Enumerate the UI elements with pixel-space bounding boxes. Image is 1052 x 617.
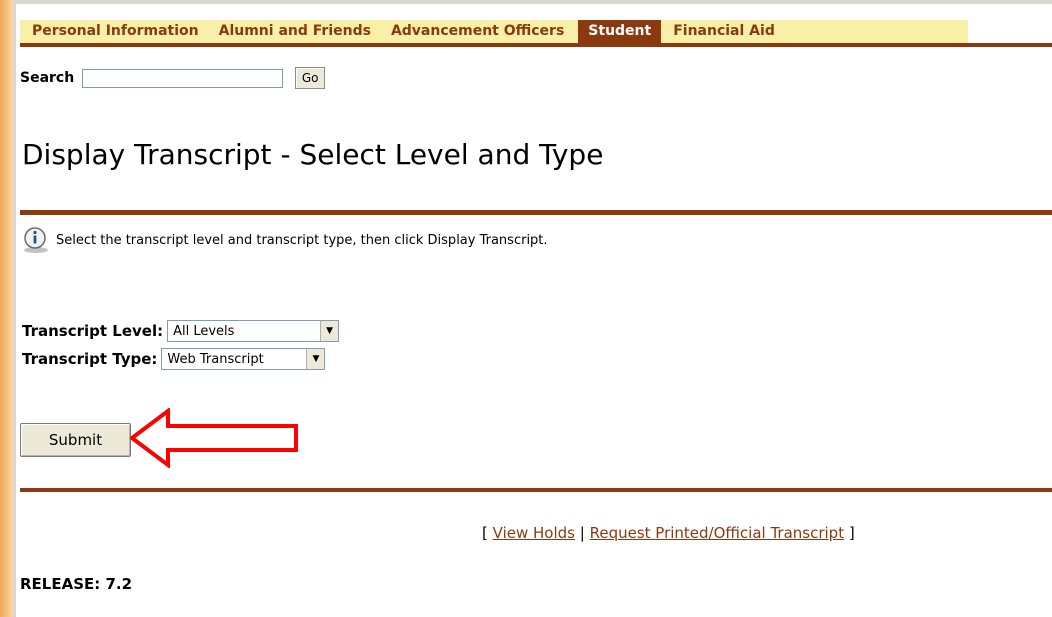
go-button[interactable]: Go	[295, 67, 326, 89]
arrow-left-icon	[130, 408, 298, 468]
transcript-type-row: Transcript Type: Web Transcript ▼	[22, 345, 339, 373]
tab-advancement-officers[interactable]: Advancement Officers	[381, 20, 574, 43]
tab-personal-information[interactable]: Personal Information	[20, 20, 209, 43]
chevron-down-icon[interactable]: ▼	[320, 321, 339, 341]
tab-student[interactable]: Student	[578, 20, 662, 43]
left-decorative-strip	[0, 0, 13, 617]
tab-bar-rule	[20, 43, 1052, 47]
view-holds-link[interactable]: View Holds	[493, 524, 575, 542]
transcript-form: Transcript Level: All Levels ▼ Transcrip…	[22, 317, 340, 373]
request-transcript-link[interactable]: Request Printed/Official Transcript	[590, 524, 844, 542]
search-label: Search	[20, 70, 75, 86]
tab-financial-aid[interactable]: Financial Aid	[663, 20, 785, 43]
page-title: Display Transcript - Select Level and Ty…	[22, 138, 604, 171]
info-text: Select the transcript level and transcri…	[56, 232, 548, 248]
search-input[interactable]	[82, 68, 284, 88]
transcript-type-select[interactable]: Web Transcript ▼	[161, 348, 326, 370]
info-message: Select the transcript level and transcri…	[22, 225, 548, 255]
transcript-level-label: Transcript Level:	[22, 322, 164, 340]
release-version: RELEASE: 7.2	[20, 575, 133, 593]
content-left-border	[13, 0, 16, 617]
open-bracket: [	[482, 524, 488, 542]
bottom-rule	[20, 488, 1052, 492]
title-rule	[20, 210, 1052, 215]
submit-button[interactable]: Submit	[20, 423, 131, 457]
search-bar: Search Go	[20, 66, 326, 90]
close-bracket: ]	[848, 524, 855, 542]
tab-alumni-and-friends[interactable]: Alumni and Friends	[209, 20, 381, 43]
transcript-level-row: Transcript Level: All Levels ▼	[22, 317, 340, 345]
transcript-type-value: Web Transcript	[167, 352, 264, 367]
transcript-level-select[interactable]: All Levels ▼	[167, 320, 340, 342]
transcript-type-label: Transcript Type:	[22, 350, 158, 368]
chevron-down-icon[interactable]: ▼	[306, 349, 325, 369]
info-icon	[24, 227, 48, 253]
main-tab-bar: Personal Information Alumni and Friends …	[20, 20, 968, 43]
transcript-level-value: All Levels	[173, 324, 235, 339]
link-separator: |	[579, 524, 585, 542]
footer-links: [ View Holds | Request Printed/Official …	[482, 524, 855, 542]
content-top-border	[13, 0, 1052, 4]
